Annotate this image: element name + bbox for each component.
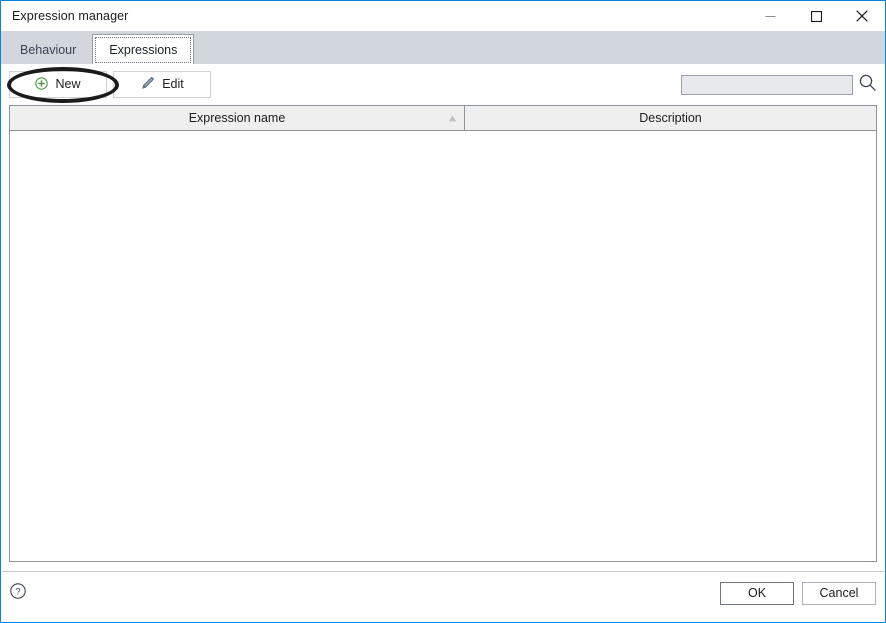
expressions-list-body[interactable] xyxy=(10,131,876,561)
dialog-footer: ? OK Cancel xyxy=(1,572,885,614)
search-area xyxy=(681,73,877,97)
tab-expressions-label: Expressions xyxy=(109,42,178,57)
edit-button[interactable]: Edit xyxy=(113,71,211,98)
title-bar: Expression manager xyxy=(1,1,885,31)
pencil-icon xyxy=(140,76,155,94)
plus-circle-icon xyxy=(35,76,49,93)
toolbar: New Edit xyxy=(1,64,885,105)
new-button-label: New xyxy=(55,77,81,92)
list-column-headers: Expression name Description xyxy=(10,106,876,131)
column-header-expression-name-label: Expression name xyxy=(188,111,286,125)
search-icon[interactable] xyxy=(858,73,877,97)
column-header-description-label: Description xyxy=(639,111,702,125)
minimize-button[interactable] xyxy=(747,1,793,31)
column-header-description[interactable]: Description xyxy=(465,106,876,130)
maximize-button[interactable] xyxy=(793,1,839,31)
tab-behaviour-label: Behaviour xyxy=(20,43,77,57)
sort-ascending-icon xyxy=(448,111,457,125)
tab-expressions[interactable]: Expressions xyxy=(92,34,195,64)
expressions-list-panel: Expression name Description xyxy=(9,105,877,562)
close-button[interactable] xyxy=(839,1,885,31)
column-header-expression-name[interactable]: Expression name xyxy=(10,106,465,130)
footer-buttons: OK Cancel xyxy=(720,581,876,605)
new-button[interactable]: New xyxy=(9,71,107,98)
ok-button-label: OK xyxy=(747,586,767,600)
search-input[interactable] xyxy=(681,74,853,95)
svg-text:?: ? xyxy=(15,586,20,597)
tab-behaviour[interactable]: Behaviour xyxy=(4,36,92,64)
cancel-button[interactable]: Cancel xyxy=(802,581,876,605)
ok-button[interactable]: OK xyxy=(720,581,794,605)
tab-strip: Behaviour Expressions xyxy=(1,31,885,64)
expression-manager-window: Expression manager Behaviour Expressions xyxy=(0,0,886,623)
window-title: Expression manager xyxy=(12,9,129,23)
edit-button-label: Edit xyxy=(162,77,184,92)
cancel-button-label: Cancel xyxy=(819,586,859,600)
help-circle-icon[interactable]: ? xyxy=(10,582,26,604)
window-controls xyxy=(747,1,885,31)
